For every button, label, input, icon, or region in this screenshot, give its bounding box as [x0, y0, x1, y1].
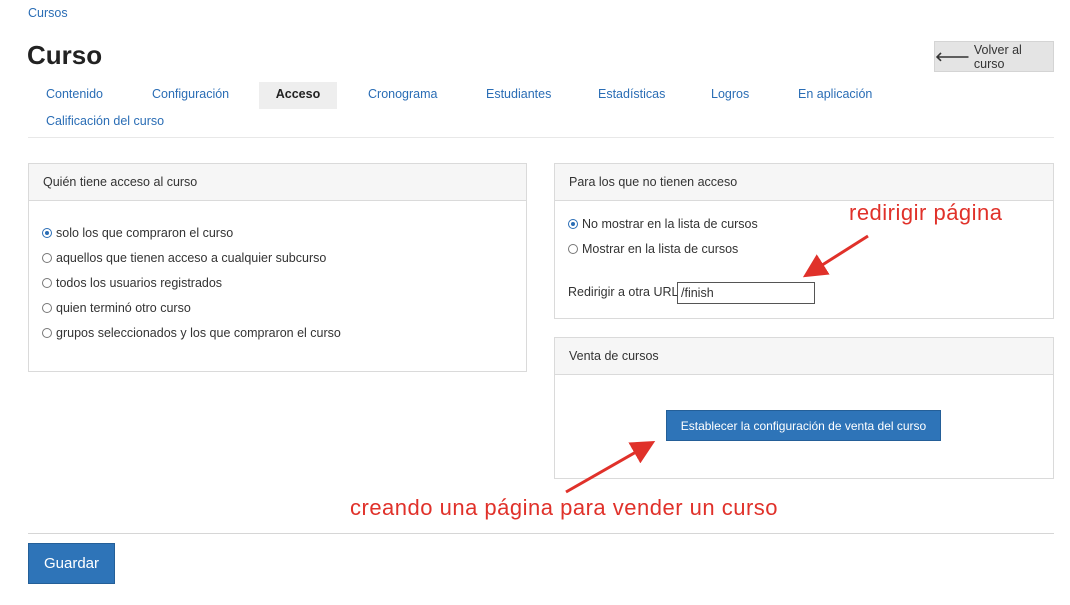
tab-cronograma[interactable]: Cronograma: [350, 82, 455, 109]
radio-icon[interactable]: [42, 278, 52, 288]
course-tabs: Contenido Configuración Acceso Cronogram…: [28, 82, 1054, 138]
divider: [28, 533, 1054, 534]
course-sale-settings-button[interactable]: Establecer la configuración de venta del…: [666, 410, 941, 441]
radio-icon[interactable]: [42, 253, 52, 263]
access-option-subcourse[interactable]: aquellos que tienen acceso a cualquier s…: [42, 251, 326, 265]
sales-panel: Venta de cursos: [554, 337, 1054, 479]
annotation-sale: creando una página para vender un curso: [350, 495, 779, 520]
radio-icon[interactable]: [42, 228, 52, 238]
breadcrumb-cursos[interactable]: Cursos: [28, 6, 68, 20]
tab-calificacion-del-curso[interactable]: Calificación del curso: [28, 109, 182, 136]
access-option-label: quien terminó otro curso: [56, 301, 191, 315]
radio-icon[interactable]: [568, 219, 578, 229]
access-option-label: solo los que compraron el curso: [56, 226, 234, 240]
tab-configuracion[interactable]: Configuración: [134, 82, 247, 109]
tab-logros[interactable]: Logros: [693, 82, 767, 109]
page-title: Curso: [27, 40, 103, 70]
tab-en-aplicacion[interactable]: En aplicación: [780, 82, 890, 109]
access-option-finished-other[interactable]: quien terminó otro curso: [42, 301, 191, 315]
access-option-label: todos los usuarios registrados: [56, 276, 223, 290]
access-option-label: grupos seleccionados y los que compraron…: [56, 326, 341, 340]
save-button[interactable]: Guardar: [28, 543, 115, 584]
tab-contenido[interactable]: Contenido: [28, 82, 121, 109]
radio-icon[interactable]: [42, 303, 52, 313]
tab-estadisticas[interactable]: Estadísticas: [580, 82, 683, 109]
arrow-left-icon: 🡐: [935, 48, 970, 64]
access-option-groups[interactable]: grupos seleccionados y los que compraron…: [42, 326, 341, 340]
access-option-label: aquellos que tienen acceso a cualquier s…: [56, 251, 327, 265]
tab-acceso[interactable]: Acceso: [259, 82, 337, 109]
no-access-panel-header: Para los que no tienen acceso: [555, 164, 1053, 201]
sales-panel-header: Venta de cursos: [555, 338, 1053, 375]
visibility-option-show[interactable]: Mostrar en la lista de cursos: [568, 242, 738, 256]
radio-icon[interactable]: [42, 328, 52, 338]
redirect-url-label: Redirigir a otra URL: [568, 285, 679, 299]
visibility-option-hide[interactable]: No mostrar en la lista de cursos: [568, 217, 758, 231]
back-to-course-button[interactable]: 🡐 Volver al curso: [934, 41, 1054, 72]
access-panel: Quién tiene acceso al curso: [28, 163, 527, 372]
visibility-option-label: No mostrar en la lista de cursos: [582, 217, 758, 231]
radio-icon[interactable]: [568, 244, 578, 254]
tab-estudiantes[interactable]: Estudiantes: [468, 82, 569, 109]
annotation-redirect: redirigir página: [849, 200, 1003, 225]
access-panel-header: Quién tiene acceso al curso: [29, 164, 526, 201]
visibility-option-label: Mostrar en la lista de cursos: [582, 242, 739, 256]
back-button-label: Volver al curso: [973, 42, 1022, 71]
access-option-registered[interactable]: todos los usuarios registrados: [42, 276, 222, 290]
redirect-url-input[interactable]: [677, 282, 815, 304]
access-option-purchased[interactable]: solo los que compraron el curso: [42, 226, 233, 240]
